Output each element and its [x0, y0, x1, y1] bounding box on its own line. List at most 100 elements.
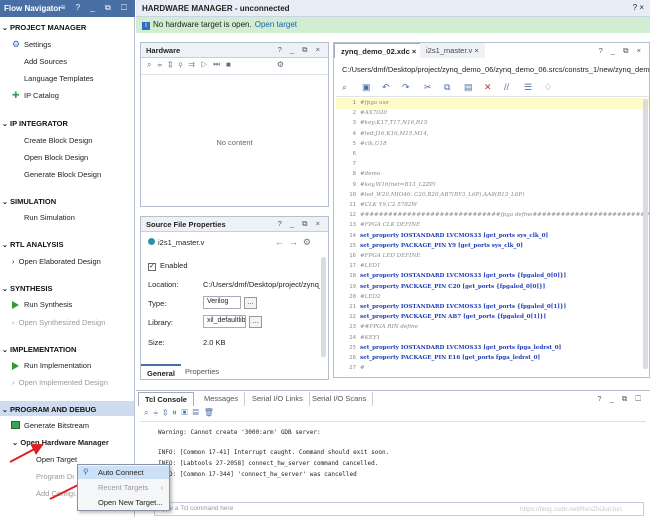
chevron-right-icon: ›	[12, 257, 19, 266]
open-target-link[interactable]: Open target	[255, 20, 297, 29]
expand-icon[interactable]: ⇕	[168, 60, 179, 69]
source-file-properties-panel: Source File Properties ? _ ⧉ × i2s1_mast…	[140, 216, 329, 380]
section-implementation[interactable]: ⌄ IMPLEMENTATION	[2, 345, 76, 354]
ip-catalog-icon: ✚	[12, 90, 20, 100]
editor-scrollbar[interactable]	[643, 99, 648, 369]
nav-item-program-device[interactable]: Program Device	[36, 472, 74, 481]
auto-connect-icon[interactable]: ⚲	[179, 60, 189, 69]
tab-general[interactable]: General	[141, 364, 181, 379]
sfp-scrollbar[interactable]	[321, 257, 326, 357]
library-field[interactable]: xil_defaultlib	[203, 315, 246, 328]
tab-serial-io-scans[interactable]: Serial I/O Scans	[306, 392, 374, 406]
clear-icon[interactable]: ▤	[193, 408, 204, 417]
type-field[interactable]: Verilog	[203, 296, 241, 309]
gear-icon[interactable]: ⚙	[277, 60, 290, 69]
chevron-right-icon: ›	[12, 378, 19, 387]
sfp-controls[interactable]: ? _ ⧉ ×	[278, 219, 323, 229]
section-ip-integrator[interactable]: ⌄ IP INTEGRATOR	[2, 119, 68, 128]
checkbox-checked-icon[interactable]: ✓	[148, 263, 156, 271]
nav-item-create-block-design[interactable]: Create Block Design	[24, 136, 92, 145]
section-project-manager[interactable]: ⌄ PROJECT MANAGER	[2, 23, 86, 32]
hardware-panel-title-text: Hardware	[146, 46, 181, 55]
nav-item-open-elaborated-design[interactable]: › Open Elaborated Design	[12, 257, 101, 266]
nav-item-run-simulation[interactable]: Run Simulation	[24, 213, 75, 222]
menu-item-open-new-target[interactable]: Open New Target...	[78, 496, 169, 509]
cut-icon[interactable]: ✂	[424, 82, 432, 93]
tcl-line: Warning: Cannot create '3000:arm' GDB se…	[158, 429, 321, 436]
tab-tcl-console[interactable]: Tcl Console	[138, 392, 194, 406]
gear-icon: ⚙	[12, 39, 21, 49]
comment-icon[interactable]: //	[504, 82, 509, 92]
nav-item-open-implemented-design[interactable]: › Open Implemented Design	[12, 378, 108, 387]
type-browse-button[interactable]: …	[244, 297, 257, 309]
tcl-line: INFO: [Common 17-41] Interrupt caught. C…	[158, 449, 390, 456]
tcl-console: Tcl Console Messages Serial I/O Links Se…	[136, 390, 650, 517]
location-label: Location:	[148, 280, 179, 289]
code-area[interactable]: 1 #fpga use 2 #AX7020 3 #key:K17,T17,N16,R15 4…	[336, 98, 649, 377]
tab-messages[interactable]: Messages	[198, 392, 246, 406]
code-line: 27 #	[336, 363, 649, 374]
search-icon[interactable]: ⌕	[342, 82, 347, 93]
save-icon[interactable]: ▣	[182, 408, 193, 417]
section-program-debug[interactable]: ⌄ PROGRAM AND DEBUG	[2, 405, 96, 414]
menu-item-auto-connect[interactable]: ⚲ Auto Connect	[78, 466, 169, 479]
nav-item-open-target[interactable]: Open Target	[36, 455, 77, 464]
tab-zynq-xdc[interactable]: zynq_demo_02.xdc ×	[334, 43, 424, 58]
sfp-file-name: i2s1_master.v	[148, 238, 204, 247]
undo-icon[interactable]: ↶	[382, 82, 390, 93]
nav-item-open-hardware-manager[interactable]: ⌄ Open Hardware Manager	[12, 438, 109, 447]
hardware-manager-controls[interactable]: ? ×	[633, 3, 644, 12]
hint-icon[interactable]: ♢	[544, 82, 552, 93]
nav-item-generate-block-design[interactable]: Generate Block Design	[24, 170, 101, 179]
pause-icon[interactable]: ⏸	[173, 408, 182, 417]
nav-item-add-sources[interactable]: Add Sources	[24, 57, 67, 66]
file-path: C:/Users/dmf/Desktop/project/zynq_demo_0…	[342, 65, 650, 74]
tab-i2s1-master[interactable]: i2s1_master.v ×	[420, 43, 485, 58]
chevron-down-icon: ⌄	[2, 199, 8, 206]
tab-properties[interactable]: Properties	[179, 364, 225, 379]
sfp-title-text: Source File Properties	[146, 220, 226, 229]
stop-icon[interactable]: ■	[226, 60, 237, 69]
flow-navigator-controls[interactable]: ≡ ? _ ⧉ ☐	[61, 3, 131, 13]
nav-item-add-config-memory[interactable]: Add Configuration Memory Device	[36, 489, 76, 498]
collapse-icon[interactable]: ≑	[157, 60, 168, 69]
collapse-icon[interactable]: ≑	[153, 408, 163, 417]
trash-icon[interactable]: 🗑	[204, 408, 219, 417]
close-icon[interactable]: ×	[412, 47, 416, 56]
delete-icon[interactable]: ✕	[484, 82, 492, 93]
close-icon[interactable]: ×	[474, 46, 478, 55]
nav-item-settings[interactable]: ⚙ Settings	[12, 39, 51, 49]
nav-item-generate-bitstream[interactable]: Generate Bitstream	[11, 421, 89, 430]
play-icon[interactable]: ▷	[201, 60, 213, 69]
format-icon[interactable]: ☰	[524, 82, 532, 93]
tcl-controls[interactable]: ? _ ⧉ ☐	[597, 394, 644, 404]
library-browse-button[interactable]: …	[249, 316, 262, 328]
search-icon[interactable]: ⌕	[147, 60, 157, 69]
redo-icon[interactable]: ↷	[402, 82, 410, 93]
enabled-checkbox-row[interactable]: ✓ Enabled	[148, 261, 188, 271]
save-icon[interactable]: ▣	[362, 82, 371, 93]
copy-icon[interactable]: ⧉	[444, 82, 450, 93]
section-simulation[interactable]: ⌄ SIMULATION	[2, 197, 56, 206]
sfp-nav-icons[interactable]: ←→⚙	[275, 237, 316, 248]
nav-item-run-synthesis[interactable]: Run Synthesis	[12, 300, 72, 309]
hardware-manager-title-bar: HARDWARE MANAGER - unconnected ? ×	[136, 0, 650, 17]
nav-item-run-implementation[interactable]: Run Implementation	[12, 361, 91, 370]
expand-icon[interactable]: ⇕	[163, 408, 173, 417]
nav-item-open-synthesized-design[interactable]: › Open Synthesized Design	[12, 318, 105, 327]
section-synthesis[interactable]: ⌄ SYNTHESIS	[2, 284, 53, 293]
hardware-panel-controls[interactable]: ? _ ⧉ ×	[278, 45, 323, 55]
nav-item-open-block-design[interactable]: Open Block Design	[24, 153, 88, 162]
nav-item-language-templates[interactable]: Language Templates	[24, 74, 94, 83]
paste-icon[interactable]: ▤	[464, 82, 473, 93]
skip-icon[interactable]: ⏭	[213, 60, 226, 69]
nav-item-ip-catalog[interactable]: ✚ IP Catalog	[12, 90, 59, 100]
editor-controls[interactable]: ? _ ⧉ ×	[599, 46, 644, 56]
watermark: https://blog.csdn.net/RenZhiJunJun	[520, 506, 622, 513]
section-rtl-analysis[interactable]: ⌄ RTL ANALYSIS	[2, 240, 63, 249]
tab-serial-io-links[interactable]: Serial I/O Links	[246, 392, 310, 406]
hardware-toolbar: ⌕≑⇕⚲⇉▷⏭■ ⚙	[141, 58, 328, 75]
connect-icon[interactable]: ⇉	[189, 60, 201, 69]
menu-item-recent-targets[interactable]: Recent Targets ›	[78, 481, 169, 494]
no-content-text: No content	[216, 138, 253, 147]
